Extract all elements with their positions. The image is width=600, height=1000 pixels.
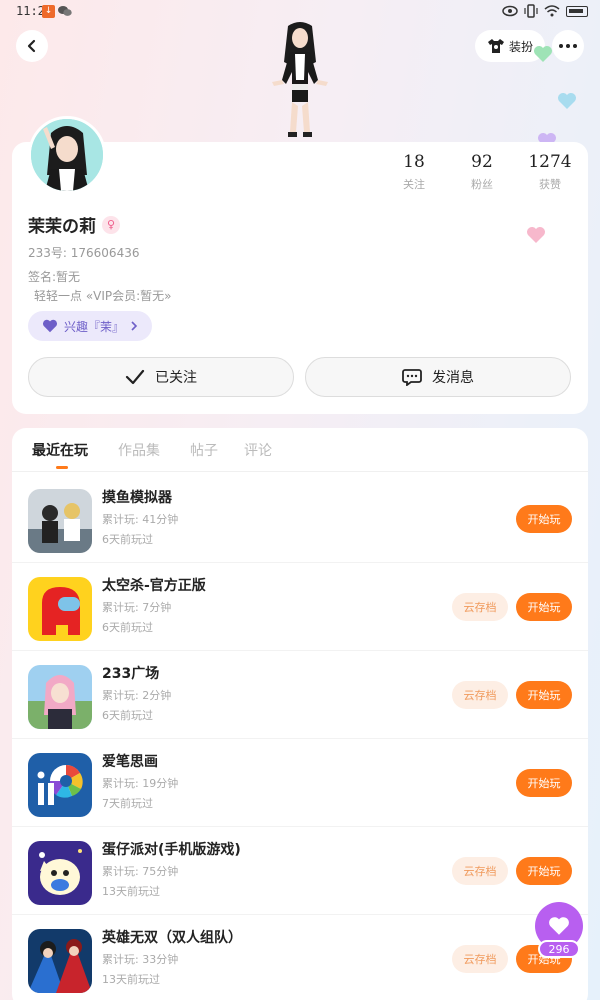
tab-recent[interactable]: 最近在玩 bbox=[32, 440, 88, 460]
game-icon-image bbox=[28, 929, 92, 993]
download-icon: ↓ bbox=[42, 5, 55, 18]
tab-works[interactable]: 作品集 bbox=[118, 440, 160, 460]
game-icon-image bbox=[28, 841, 92, 905]
wifi-icon bbox=[544, 5, 560, 17]
game-last-played: 6天前玩过 bbox=[102, 533, 153, 546]
game-icon bbox=[28, 929, 92, 993]
shirt-icon bbox=[487, 39, 504, 53]
play-button[interactable]: 开始玩 bbox=[516, 857, 572, 885]
bio-signature: 签名:暂无 bbox=[28, 270, 81, 284]
bio-vip: 轻轻一点 «VIP会员:暂无» bbox=[34, 289, 172, 303]
game-last-played: 7天前玩过 bbox=[102, 797, 153, 810]
game-row[interactable]: 太空杀-官方正版 累计玩: 7分钟 6天前玩过 云存档 开始玩 bbox=[12, 563, 588, 651]
game-title: 233广场 bbox=[102, 666, 160, 682]
message-label: 发消息 bbox=[432, 370, 474, 386]
cloud-save-button[interactable]: 云存档 bbox=[452, 593, 508, 621]
more-button[interactable] bbox=[552, 30, 584, 62]
stat-label: 关注 bbox=[403, 178, 425, 191]
game-row[interactable]: 233广场 累计玩: 2分钟 6天前玩过 云存档 开始玩 bbox=[12, 651, 588, 739]
tab-comments[interactable]: 评论 bbox=[244, 440, 272, 460]
game-last-played: 6天前玩过 bbox=[102, 621, 153, 634]
avatar[interactable] bbox=[28, 116, 106, 194]
more-dots-icon bbox=[559, 44, 577, 48]
game-title: 摸鱼模拟器 bbox=[102, 490, 172, 506]
game-playtime: 累计玩: 2分钟 bbox=[102, 689, 172, 702]
tab-posts[interactable]: 帖子 bbox=[190, 440, 218, 460]
game-row[interactable]: 蛋仔派对(手机版游戏) 累计玩: 75分钟 13天前玩过 云存档 开始玩 bbox=[12, 827, 588, 915]
eye-icon bbox=[502, 5, 518, 17]
game-playtime: 累计玩: 19分钟 bbox=[102, 777, 179, 790]
profile-tabs: 最近在玩 作品集 帖子 评论 bbox=[12, 428, 588, 472]
game-title: 太空杀-官方正版 bbox=[102, 578, 206, 594]
username-row: 茉茉の莉 ♀ bbox=[28, 212, 120, 237]
cloud-save-button[interactable]: 云存档 bbox=[452, 681, 508, 709]
stat-number: 92 bbox=[471, 152, 493, 172]
game-icon bbox=[28, 577, 92, 641]
dress-up-label: 装扮 bbox=[508, 39, 533, 54]
heart-icon bbox=[558, 93, 576, 109]
play-button[interactable]: 开始玩 bbox=[516, 769, 572, 797]
interest-tag[interactable]: 兴趣『茉』 bbox=[28, 311, 153, 341]
heart-icon bbox=[534, 46, 552, 62]
purple-heart-icon bbox=[43, 319, 57, 333]
game-icon bbox=[28, 665, 92, 729]
heart-icon bbox=[549, 917, 569, 935]
battery-icon bbox=[566, 5, 588, 17]
avatar-image bbox=[31, 119, 103, 191]
game-icon bbox=[28, 841, 92, 905]
play-button[interactable]: 开始玩 bbox=[516, 505, 572, 533]
chevron-left-icon bbox=[27, 39, 36, 53]
game-playtime: 累计玩: 7分钟 bbox=[102, 601, 172, 614]
like-count-badge: 296 bbox=[538, 940, 580, 958]
game-icon-image bbox=[28, 665, 92, 729]
cloud-save-button[interactable]: 云存档 bbox=[452, 945, 508, 973]
vibrate-icon bbox=[524, 4, 538, 18]
chevron-right-icon bbox=[131, 321, 138, 331]
heart-icon bbox=[527, 227, 545, 243]
user-id[interactable]: 233号: 176606436 bbox=[28, 244, 139, 261]
game-icon bbox=[28, 489, 92, 553]
game-last-played: 6天前玩过 bbox=[102, 709, 153, 722]
play-button[interactable]: 开始玩 bbox=[516, 681, 572, 709]
stat-likes[interactable]: 1274 获赞 bbox=[520, 152, 580, 192]
game-last-played: 13天前玩过 bbox=[102, 885, 160, 898]
game-icon-image bbox=[28, 753, 92, 817]
game-title: 英雄无双（双人组队） bbox=[102, 930, 242, 946]
game-title: 蛋仔派对(手机版游戏) bbox=[102, 842, 241, 858]
wechat-icon bbox=[58, 6, 72, 16]
tab-indicator bbox=[56, 466, 68, 469]
game-title: 爱笔思画 bbox=[102, 754, 158, 770]
cloud-save-button[interactable]: 云存档 bbox=[452, 857, 508, 885]
game-last-played: 13天前玩过 bbox=[102, 973, 160, 986]
game-icon-image bbox=[28, 577, 92, 641]
followed-button[interactable]: 已关注 bbox=[28, 357, 294, 397]
stat-followers[interactable]: 92 粉丝 bbox=[452, 152, 512, 192]
game-playtime: 累计玩: 75分钟 bbox=[102, 865, 179, 878]
game-row[interactable]: 摸鱼模拟器 累计玩: 41分钟 6天前玩过 开始玩 bbox=[12, 475, 588, 563]
character-figure-image bbox=[272, 22, 328, 137]
followed-label: 已关注 bbox=[155, 370, 197, 386]
stat-number: 1274 bbox=[528, 152, 572, 172]
stat-label: 粉丝 bbox=[471, 178, 493, 191]
gender-female-icon: ♀ bbox=[102, 215, 120, 234]
stat-following[interactable]: 18 关注 bbox=[384, 152, 444, 192]
chat-bubble-icon bbox=[402, 369, 422, 386]
game-icon bbox=[28, 753, 92, 817]
game-playtime: 累计玩: 41分钟 bbox=[102, 513, 179, 526]
message-button[interactable]: 发消息 bbox=[305, 357, 571, 397]
back-button[interactable] bbox=[16, 30, 48, 62]
game-row[interactable]: 英雄无双（双人组队） 累计玩: 33分钟 13天前玩过 云存档 开始玩 bbox=[12, 915, 588, 1000]
stat-number: 18 bbox=[403, 152, 425, 172]
game-playtime: 累计玩: 33分钟 bbox=[102, 953, 179, 966]
play-button[interactable]: 开始玩 bbox=[516, 593, 572, 621]
stat-label: 获赞 bbox=[539, 178, 561, 191]
check-icon bbox=[125, 369, 145, 385]
interest-tag-label: 兴趣『茉』 bbox=[64, 319, 125, 334]
game-row[interactable]: 爱笔思画 累计玩: 19分钟 7天前玩过 开始玩 bbox=[12, 739, 588, 827]
game-icon-image bbox=[28, 489, 92, 553]
status-bar: 11:22 ↓ bbox=[0, 0, 600, 24]
username: 茉茉の莉 bbox=[28, 217, 96, 237]
